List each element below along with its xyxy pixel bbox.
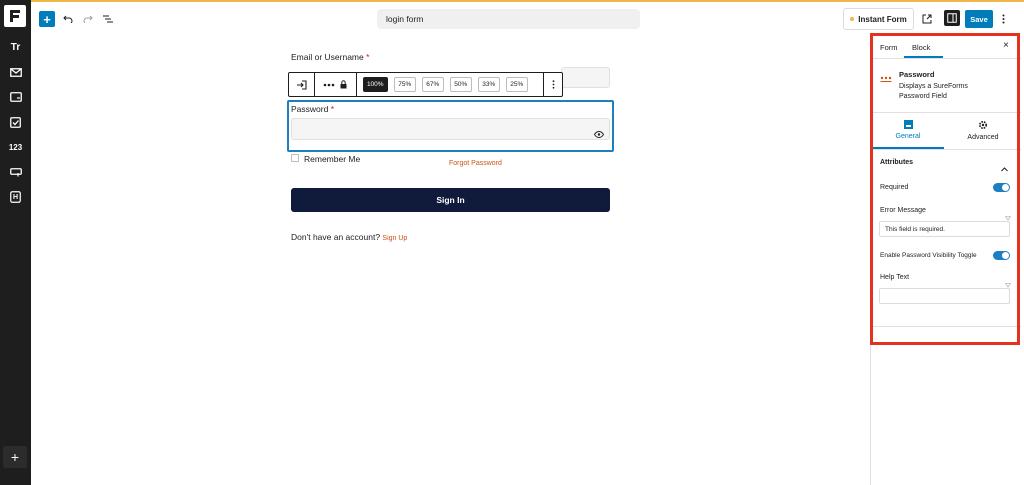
width-33-button[interactable]: 33% [477, 77, 500, 92]
eye-icon[interactable] [593, 125, 605, 143]
password-required-mark: * [330, 104, 335, 114]
settings-sidebar-toggle[interactable] [944, 10, 960, 26]
subtab-advanced-label: Advanced [967, 134, 999, 141]
number-field-icon[interactable]: 123 [0, 138, 31, 156]
number-field-icon-label: 123 [8, 142, 23, 152]
undo-icon[interactable] [61, 11, 75, 27]
email-label: Email or Username * [291, 52, 369, 62]
block-options-button[interactable] [544, 73, 562, 96]
tab-form[interactable]: Form [880, 43, 898, 52]
error-message-input[interactable]: This field is required. [879, 221, 1010, 237]
input-field-icon[interactable] [0, 88, 31, 106]
width-100-button[interactable]: 100% [362, 77, 388, 92]
instant-form-dot-icon [850, 17, 855, 21]
editor-app: Tr 123 H + + login form Instant Form Sav… [0, 0, 1024, 485]
instant-form-button[interactable]: Instant Form [843, 8, 914, 30]
password-block-icon [880, 70, 892, 88]
error-message-label: Error Message [880, 207, 926, 214]
password-block-selected[interactable]: Password * [287, 100, 614, 152]
kebab-icon [552, 80, 554, 89]
toggle-knob [1002, 184, 1009, 191]
password-label-text: Password [291, 104, 329, 114]
account-prompt-text: Don't have an account? [291, 232, 381, 242]
width-25-button[interactable]: 25% [505, 77, 528, 92]
password-label: Password * [291, 104, 334, 114]
password-dots-icon [324, 83, 335, 86]
lock-icon [340, 80, 347, 89]
required-mark: * [366, 52, 370, 62]
email-input[interactable] [561, 67, 610, 88]
subtab-general[interactable]: General [871, 120, 945, 148]
gear-icon [978, 120, 988, 130]
block-description-line1: Displays a SureForms [899, 83, 968, 90]
text-field-icon-label: Tr [10, 41, 21, 53]
divider [871, 112, 1021, 113]
close-sidebar-icon[interactable]: × [1003, 40, 1009, 51]
text-field-icon[interactable]: Tr [0, 38, 31, 56]
tab-block[interactable]: Block [912, 43, 930, 52]
block-description-line2: Password Field [899, 93, 947, 100]
remember-me-checkbox[interactable] [291, 154, 299, 162]
sign-in-button[interactable]: Sign In [291, 188, 610, 212]
visibility-toggle[interactable] [993, 251, 1010, 260]
document-title[interactable]: login form [377, 9, 640, 29]
redo-icon[interactable] [81, 11, 95, 27]
email-field-icon[interactable] [0, 63, 31, 81]
block-type-indicator[interactable] [315, 73, 357, 96]
external-link-icon[interactable] [920, 11, 934, 27]
email-label-text: Email or Username [291, 52, 364, 62]
add-block-button[interactable]: + [39, 11, 55, 27]
help-text-input[interactable] [879, 288, 1010, 304]
divider [871, 149, 1021, 150]
forgot-password-link[interactable]: Forgot Password [449, 160, 502, 167]
heading-field-icon[interactable]: H [0, 188, 31, 206]
document-overview-icon[interactable] [101, 11, 115, 27]
required-toggle[interactable] [993, 183, 1010, 192]
password-input[interactable] [291, 118, 610, 140]
help-text-label: Help Text [880, 274, 910, 281]
chevron-up-icon[interactable] [1001, 159, 1008, 177]
visibility-toggle-label: Enable Password Visibility Toggle [880, 252, 977, 259]
sidebar-icon [947, 13, 957, 23]
width-selector-group: 100% 75% 67% 50% 33% 25% [357, 73, 545, 96]
save-button[interactable]: Save [965, 10, 993, 28]
editor-header: + login form Instant Form Save [31, 2, 1024, 34]
width-67-button[interactable]: 67% [421, 77, 444, 92]
transform-block-button[interactable] [289, 73, 315, 96]
sign-up-link[interactable]: Sign Up [382, 235, 407, 242]
checkbox-field-icon[interactable] [0, 113, 31, 131]
toggle-knob [1002, 252, 1009, 259]
heading-field-icon-label: H [12, 193, 19, 201]
width-50-button[interactable]: 50% [449, 77, 472, 92]
divider [871, 58, 1021, 59]
block-settings-sidebar: Form Block × Password Displays a SureFor… [870, 34, 1024, 485]
add-field-button[interactable]: + [3, 446, 27, 468]
remember-me-label: Remember Me [304, 154, 361, 164]
form-canvas: Email or Username * 100% 75% 67% 50% 33%… [31, 34, 870, 485]
button-field-icon[interactable] [0, 163, 31, 181]
required-label: Required [880, 184, 909, 191]
block-name: Password [899, 70, 935, 79]
add-field-label: + [10, 449, 20, 465]
subtab-general-label: General [895, 133, 921, 140]
instant-form-label: Instant Form [858, 14, 907, 24]
attributes-section-title[interactable]: Attributes [880, 159, 913, 166]
login-icon [296, 79, 307, 90]
block-toolbar: 100% 75% 67% 50% 33% 25% [288, 72, 563, 97]
sureforms-logo-icon[interactable] [4, 5, 26, 27]
left-rail: Tr 123 H + [0, 0, 31, 485]
divider [871, 326, 1021, 327]
account-prompt: Don't have an account? Sign Up [291, 232, 407, 242]
general-settings-icon [903, 120, 913, 129]
more-options-icon[interactable] [998, 11, 1008, 27]
subtab-advanced[interactable]: Advanced [945, 120, 1021, 148]
width-75-button[interactable]: 75% [393, 77, 416, 92]
